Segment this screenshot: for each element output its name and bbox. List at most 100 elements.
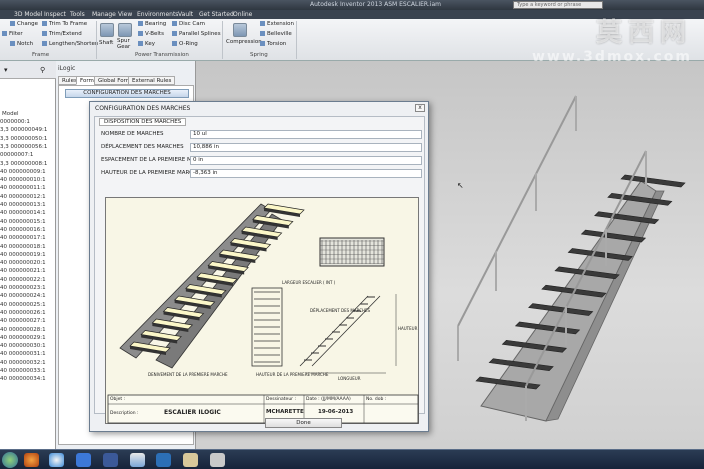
browser-node[interactable]: 40 000000013:1	[0, 202, 46, 208]
spur-gear-icon[interactable]	[118, 23, 132, 37]
chrome-icon[interactable]	[49, 453, 64, 467]
field-label: HAUTEUR DE LA PREMIERE MARCHE	[101, 170, 201, 176]
tb-no-label: No. dob :	[366, 397, 387, 402]
browser-node[interactable]: 40 000000021:1	[0, 268, 46, 274]
tab-disposition[interactable]: DISPOSITION DES MARCHES	[99, 118, 187, 126]
facebook-icon[interactable]	[103, 453, 118, 467]
browser-node[interactable]: 40 000000020:1	[0, 260, 46, 266]
tb-object-label: Objet :	[110, 397, 126, 402]
extension-spring-icon	[260, 21, 265, 26]
tab-inspect[interactable]: Inspect	[44, 11, 66, 18]
browser-node[interactable]: 40 000000023:1	[0, 285, 46, 291]
field-row: DÉPLACEMENT DES MARCHES 10,886 in	[98, 143, 422, 152]
o-ring-button[interactable]: O-Ring	[172, 41, 198, 47]
browser-node[interactable]: 40 000000009:1	[0, 169, 46, 175]
browser-node[interactable]: 0000000:1	[0, 119, 30, 125]
browser-node[interactable]: 3,3 000000008:1	[0, 161, 47, 167]
browser-node[interactable]: 40 000000033:1	[0, 368, 46, 374]
browser-node[interactable]: 3,3 000000056:1	[0, 144, 47, 150]
tab-manage[interactable]: Manage	[92, 11, 116, 18]
lengthen-shorten-button[interactable]: Lengthen/Shorten	[42, 41, 98, 47]
browser-node[interactable]: 40 000000029:1	[0, 335, 46, 341]
browser-node[interactable]: 40 000000027:1	[0, 318, 46, 324]
autodesk-icon[interactable]	[210, 453, 225, 467]
browser-node[interactable]: 40 000000024:1	[0, 293, 46, 299]
done-button[interactable]: Done	[265, 418, 342, 428]
browser-node[interactable]: 40 000000010:1	[0, 177, 46, 183]
browser-node[interactable]: 40 000000032:1	[0, 360, 46, 366]
filter-button[interactable]: Filter	[2, 31, 23, 37]
window-title: Autodesk Inventor 2013 ASM ESCALIER.iam	[310, 1, 441, 8]
explorer-icon[interactable]	[130, 453, 145, 467]
v-belts-button[interactable]: V-Belts	[138, 31, 164, 37]
browser-node[interactable]: 40 000000031:1	[0, 351, 46, 357]
browser-node[interactable]: 40 000000022:1	[0, 277, 46, 283]
browser-node[interactable]: 40 000000018:1	[0, 244, 46, 250]
key-button[interactable]: Key	[138, 41, 155, 47]
steps-count-input[interactable]: 10 ul	[190, 130, 422, 139]
field-label: NOMBRE DE MARCHES	[101, 131, 164, 137]
trim-icon	[42, 21, 47, 26]
tab-online[interactable]: Online	[233, 11, 252, 18]
browser-node[interactable]: 40 000000034:1	[0, 376, 46, 382]
help-search-input[interactable]: Type a keyword or phrase	[513, 1, 603, 9]
browser-node[interactable]: 40 000000026:1	[0, 310, 46, 316]
bearing-button[interactable]: Bearing	[138, 21, 166, 27]
steps-offset-input[interactable]: 10,886 in	[190, 143, 422, 152]
browser-node[interactable]: 40 000000028:1	[0, 327, 46, 333]
shaft-label[interactable]: Shaft	[99, 40, 113, 46]
browser-dropdown-icon[interactable]: ▾	[4, 66, 8, 74]
trim-to-frame-button[interactable]: Trim To Frame	[42, 21, 87, 27]
v-belts-icon	[138, 31, 143, 36]
tab-external-rules[interactable]: External Rules	[128, 76, 176, 85]
first-step-spacing-input[interactable]: 0 in	[190, 156, 422, 165]
first-step-height-input[interactable]: -8,363 in	[190, 169, 422, 178]
app-icon[interactable]	[156, 453, 171, 467]
browser-node[interactable]: 40 000000017:1	[0, 235, 46, 241]
parallel-splines-button[interactable]: Parallel Splines	[172, 31, 221, 37]
google-icon[interactable]	[76, 453, 91, 467]
browser-node[interactable]: 40 000000016:1	[0, 227, 46, 233]
binoculars-icon[interactable]: ⚲	[40, 66, 45, 74]
splines-icon	[172, 31, 177, 36]
model-node[interactable]: Model	[2, 111, 19, 117]
disc-cam-button[interactable]: Disc Cam	[172, 21, 205, 27]
browser-node[interactable]: 3,3 000000049:1	[0, 127, 47, 133]
notch-button[interactable]: Notch	[10, 41, 33, 47]
tab-vault[interactable]: Vault	[178, 11, 193, 18]
browser-node[interactable]: 40 000000014:1	[0, 210, 46, 216]
browser-node[interactable]: 40 000000012:1	[0, 194, 46, 200]
first-height-annotation: HAUTEUR DE LA PREMIERE MARCHE	[256, 372, 329, 377]
browser-node[interactable]: 40 000000015:1	[0, 219, 46, 225]
spur-gear-label[interactable]: Spur Gear	[117, 38, 133, 50]
compression-spring-icon[interactable]	[233, 23, 247, 37]
trim-extend-button[interactable]: Trim/Extend	[42, 31, 82, 37]
firefox-icon[interactable]	[24, 453, 39, 467]
browser-node[interactable]: 3,3 000000050:1	[0, 136, 47, 142]
browser-node[interactable]: 40 000000030:1	[0, 343, 46, 349]
tab-environments[interactable]: Environments	[137, 11, 178, 18]
compression-label[interactable]: Compression	[226, 39, 262, 45]
browser-node[interactable]: 40 000000019:1	[0, 252, 46, 258]
tb-designer-label: Dessinateur :	[266, 397, 296, 402]
belleville-button[interactable]: Belleville	[260, 31, 292, 37]
change-button[interactable]: Change	[10, 21, 38, 27]
tab-get-started[interactable]: Get Started	[199, 11, 234, 18]
tab-view[interactable]: View	[118, 11, 132, 18]
browser-node[interactable]: 40 000000025:1	[0, 302, 46, 308]
tab-3d-model[interactable]: 3D Model	[14, 11, 42, 18]
taskbar	[0, 449, 704, 469]
browser-node[interactable]: 00000007:1	[0, 152, 33, 158]
shaft-icon[interactable]	[100, 23, 114, 37]
browser-node[interactable]: 40 000000011:1	[0, 185, 46, 191]
watermark: 莫西网 www.3dmox.com	[532, 12, 692, 65]
configuration-form-button[interactable]: CONFIGURATION DES MARCHES	[65, 89, 189, 98]
close-button[interactable]: x	[415, 104, 425, 112]
extension-button[interactable]: Extension	[260, 21, 294, 27]
inventor-icon[interactable]	[183, 453, 198, 467]
start-button-icon[interactable]	[2, 452, 18, 468]
model-browser: ▾ ⚲ Model 0000000:1 3,3 000000049:1 3,3 00…	[0, 61, 56, 449]
tab-tools[interactable]: Tools	[70, 11, 85, 18]
torsion-button[interactable]: Torsion	[260, 41, 286, 47]
frame-group-label: Frame	[32, 52, 50, 58]
